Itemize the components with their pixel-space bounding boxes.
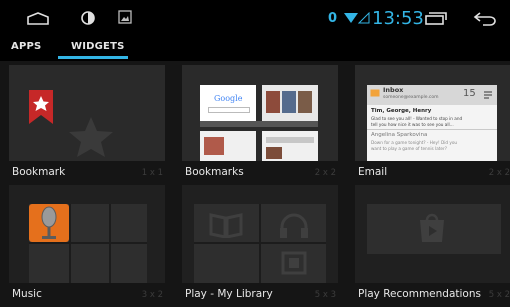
widget-name: Play Recommendations — [358, 288, 481, 300]
widget-name: Bookmark — [12, 166, 66, 178]
widget-bookmark[interactable]: Bookmark 1 x 1 — [9, 65, 165, 183]
widget-size: 2 x 2 — [488, 168, 510, 178]
home-icon[interactable] — [26, 12, 50, 25]
bookmark-thumb-3 — [200, 131, 256, 161]
back-icon[interactable] — [473, 11, 497, 26]
bookmark-thumb-4 — [262, 131, 318, 161]
widget-email[interactable]: Inbox someone@example.com 15 Tim, George… — [355, 65, 510, 183]
widget-name: Email — [358, 166, 388, 178]
tab-selected-indicator — [58, 56, 128, 59]
email-icon — [370, 89, 380, 97]
wifi-icon — [344, 13, 358, 23]
widget-play-my-library[interactable]: Play - My Library 5 x 3 — [182, 185, 338, 307]
widget-bookmarks[interactable]: Google Bookmarks 2 x 2 — [182, 65, 338, 183]
widget-size: 2 x 2 — [314, 168, 336, 178]
tab-widgets[interactable]: WIDGETS — [71, 41, 125, 52]
widget-grid: Bookmark 1 x 1 Google Bookmarks 2 x 2 In… — [0, 61, 510, 307]
widget-music[interactable]: Music 3 x 2 — [9, 185, 165, 307]
bookmark-caption-bar — [200, 121, 318, 127]
widget-size: 5 x 3 — [314, 290, 336, 300]
tab-apps[interactable]: APPS — [11, 41, 41, 52]
widget-preview: Google — [182, 65, 338, 161]
widget-size: 5 x 2 — [488, 290, 510, 300]
recent-apps-icon[interactable] — [425, 12, 447, 25]
brightness-icon[interactable] — [80, 10, 96, 26]
widget-name: Bookmarks — [185, 166, 244, 178]
book-icon — [209, 213, 243, 238]
microphone-icon — [29, 204, 69, 242]
widget-size: 3 x 2 — [141, 290, 163, 300]
widget-preview — [182, 185, 338, 283]
widget-name: Music — [12, 288, 42, 300]
play-icon — [420, 213, 444, 242]
clock: 13:53 — [372, 8, 424, 29]
widget-play-recommendations[interactable]: Play Recommendations 5 x 2 — [355, 185, 510, 307]
notification-count: 0 — [328, 11, 338, 26]
bookmark-thumb-google: Google — [200, 85, 256, 121]
headphones-icon — [280, 213, 308, 238]
widget-preview: Inbox someone@example.com 15 Tim, George… — [355, 65, 510, 161]
widget-name: Play - My Library — [185, 288, 273, 300]
widget-preview — [355, 185, 510, 283]
compose-icon — [484, 91, 492, 99]
bookmark-thumb-picasa — [262, 85, 318, 121]
email-preview: Inbox someone@example.com 15 Tim, George… — [367, 85, 497, 161]
signal-icon — [358, 12, 370, 24]
status-bar: 0 13:53 — [0, 0, 510, 37]
star-watermark-icon — [69, 117, 113, 157]
film-icon — [281, 251, 307, 275]
screenshot-icon — [118, 10, 132, 24]
tab-bar: APPS WIDGETS — [0, 37, 510, 62]
widget-preview — [9, 185, 165, 283]
widget-size: 1 x 1 — [141, 168, 163, 178]
widget-preview — [9, 65, 165, 161]
bookmark-star-icon — [29, 90, 53, 124]
